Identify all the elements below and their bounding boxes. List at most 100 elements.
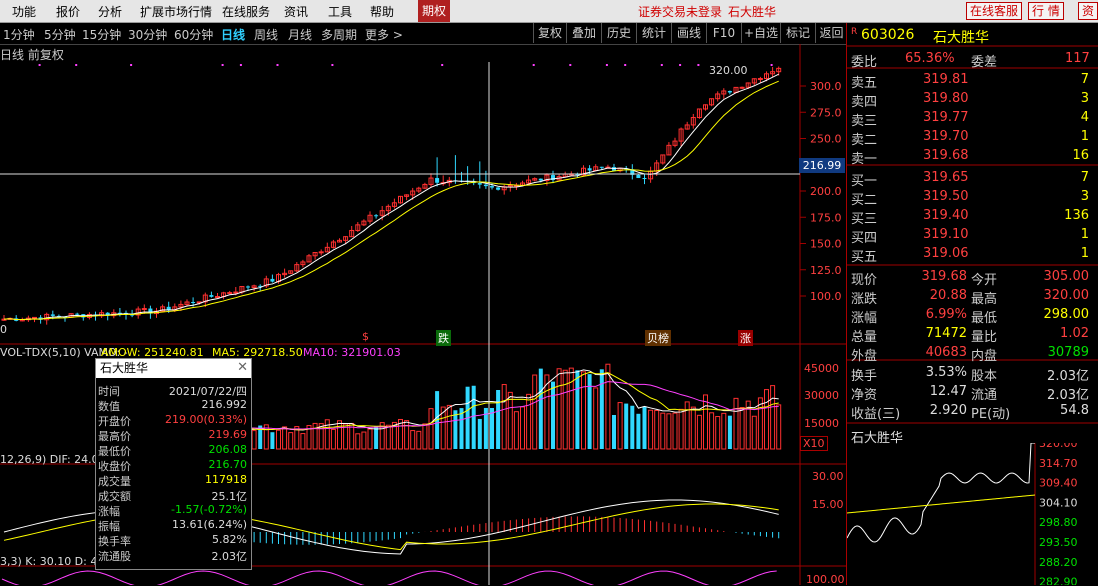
online-service-button[interactable]: 在线客服 [966,2,1023,20]
macd-tick-15: 15.00 [812,498,844,511]
mini-tick-label: 309.40 [1039,477,1078,490]
volume-bar [581,371,586,450]
history-button[interactable]: 历史 [601,23,636,43]
mini-price-line [847,443,1035,543]
tooltip-row-value: 5.82% [212,533,247,546]
menu-item-quotes[interactable]: 报价 [56,3,80,20]
draw-line-button[interactable]: 画线 [671,23,706,43]
menu-item-news[interactable]: 资讯 [284,3,308,20]
tooltip-row: 涨幅 -1.57(-0.72%) [96,503,251,518]
buy-level-volume: 3 [1080,189,1089,204]
volume-tick-30000: 30000 [804,389,839,402]
tooltip-title: 石大胜华 [96,359,251,378]
mark-button[interactable]: 标记 [780,23,815,43]
statistics-button[interactable]: 统计 [636,23,671,43]
tooltip-row: 振幅 13.61(6.24%) [96,518,251,533]
volume-bar [562,369,568,450]
macd-label: 12,26,9) DIF: 24.0 [0,453,99,466]
volume-bar [324,419,330,450]
mini-average-line [847,494,1036,514]
volume-unit: X10 [800,436,828,451]
period-60min[interactable]: 60分钟 [174,26,213,43]
sell-level-volume: 4 [1080,110,1089,125]
stat-value: 320.00 [1043,288,1090,303]
tooltip-row: 最低价 206.08 [96,443,251,458]
menu-item-function[interactable]: 功能 [12,3,36,20]
event-marker-rank[interactable]: 贝榜 [645,330,671,346]
candle-body [215,296,220,299]
adjust-button[interactable]: 复权 [533,23,566,43]
stat-label: 涨跌 [851,292,878,307]
period-daily[interactable]: 日线 [221,26,245,43]
event-marker-drop[interactable]: 跌 [436,330,451,346]
volume-bar [721,412,727,450]
volume-bar [599,369,604,449]
quote-panel: R 603026 石大胜华 委比 65.36% 委差 117 卖五 319.81 7… [846,23,1098,585]
event-marker-dollar[interactable]: $ [362,330,369,343]
intraday-mini-chart[interactable]: 320.00 314.70 309.40 304.10 298.80 293.50 288.… [847,443,1098,585]
marker-dot [569,64,572,66]
volume-bar [709,412,715,450]
period-multi[interactable]: 多周期 [321,26,357,43]
sell-level-price: 319.68 [923,148,969,163]
volume-bar [282,426,288,450]
weicha-value: 117 [1065,51,1090,66]
overlay-button[interactable]: 叠加 [566,23,601,43]
volume-bar [416,430,422,450]
candle-body [75,313,80,315]
menu-item-online-service[interactable]: 在线服务 [222,3,270,20]
f10-button[interactable]: F10 [706,23,741,43]
volume-bar [587,374,592,449]
info-value: 2.03亿 [1047,369,1089,384]
back-button[interactable]: 返回 [815,23,847,43]
candle-body [270,278,275,282]
tooltip-row-value: 216.992 [201,398,248,411]
stat-value: 6.99% [925,307,967,322]
volume-bar [355,433,361,450]
volume-bar [276,429,281,450]
stat-value: 1.02 [1060,326,1089,341]
candle-body [233,291,239,294]
volume-bar [605,363,611,450]
tooltip-row-value: -1.57(-0.72%) [171,503,247,516]
volume-bar [739,407,745,450]
sell-level-volume: 1 [1080,129,1089,144]
volume-bar [404,420,410,450]
mini-tick-label: 304.10 [1039,496,1078,509]
period-1min[interactable]: 1分钟 [3,26,35,43]
stat-label: 涨幅 [851,311,878,326]
tooltip-row: 流通股 2.03亿 [96,548,251,563]
quote-button[interactable]: 行 情 [1028,2,1064,20]
close-icon[interactable]: ✕ [237,360,248,375]
period-more[interactable]: 更多 > [365,26,403,43]
tooltip-row: 成交量 117918 [96,473,251,488]
stat-value: 71472 [925,326,967,341]
sell-level-price: 319.70 [923,129,969,144]
buy-level-volume: 136 [1064,208,1089,223]
menu-item-analysis[interactable]: 分析 [98,3,122,20]
menu-item-help[interactable]: 帮助 [370,3,394,20]
period-5min[interactable]: 5分钟 [44,26,76,43]
period-30min[interactable]: 30分钟 [128,26,167,43]
tooltip-row-label: 最低价 [98,445,131,458]
event-marker-rise[interactable]: 涨 [738,330,753,346]
info-button[interactable]: 资 [1078,2,1098,20]
period-weekly[interactable]: 周线 [254,26,278,43]
menu-item-tools[interactable]: 工具 [328,3,352,20]
volume-bar [538,368,543,449]
candle-body [141,308,147,311]
tooltip-row-value: 219.00(0.33%) [164,413,247,426]
volume-bar [513,411,519,450]
trade-login-status: 证券交易未登录 [638,5,723,19]
volume-bar [624,403,629,449]
menu-item-extended-market[interactable]: 扩展市场行情 [140,3,212,20]
marker-dot [331,64,334,66]
volume-bar [593,387,599,450]
macd-tick-30: 30.00 [812,470,844,483]
add-watchlist-button[interactable]: +自选 [741,23,780,43]
period-monthly[interactable]: 月线 [288,26,312,43]
period-15min[interactable]: 15分钟 [82,26,121,43]
options-tab[interactable]: 期权 [418,0,450,22]
stock-name: 石大胜华 [933,30,989,46]
tooltip-row-label: 涨幅 [98,505,120,518]
